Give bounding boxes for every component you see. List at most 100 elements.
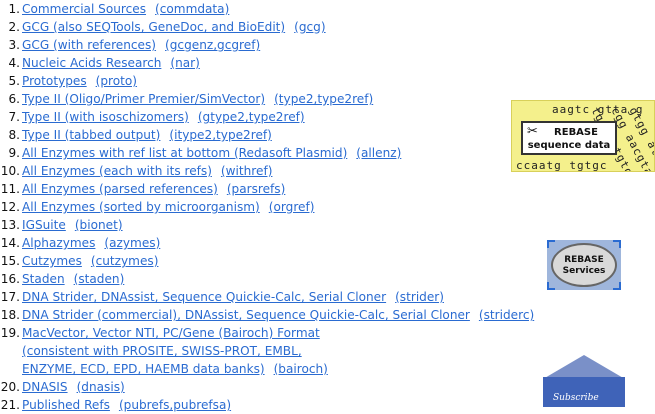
item-code-link[interactable]: (itype2,type2ref) [169,128,271,142]
item-code-link[interactable]: (azymes) [104,236,160,250]
item-link[interactable]: Nucleic Acids Research [22,56,161,70]
item-number: 5. [8,74,20,88]
item-code-link[interactable]: (staden) [74,272,125,286]
item-link-continuation[interactable]: (consistent with PROSITE, SWISS-PROT, EM… [22,342,534,360]
item-number: 12. [0,200,20,214]
item-number: 15. [0,254,20,268]
item-link[interactable]: Alphazymes [22,236,95,250]
list-item: 9. All Enzymes with ref list at bottom (… [0,144,534,162]
item-number: 18. [0,308,20,322]
item-code-link[interactable]: (pubrefs,pubrefsa) [119,398,231,412]
item-code-link[interactable]: (cutzymes) [91,254,159,268]
item-link[interactable]: GCG (with references) [22,38,156,52]
item-number: 16. [0,272,20,286]
item-number: 6. [8,92,20,106]
list-item: 17. DNA Strider, DNAssist, Sequence Quic… [0,288,534,306]
item-link-continuation[interactable]: ENZYME, ECD, EPD, HAEMB data banks) [22,362,265,376]
item-link[interactable]: Type II (Oligo/Primer Premier/SimVector) [22,92,265,106]
item-link[interactable]: All Enzymes (sorted by microorganism) [22,200,260,214]
list-item: 6. Type II (Oligo/Primer Premier/SimVect… [0,90,534,108]
item-link[interactable]: DNA Strider (commercial), DNAssist, Sequ… [22,308,470,322]
list-item: 3. GCG (with references) (gcgenz,gcgref) [0,36,534,54]
list-item: 12. All Enzymes (sorted by microorganism… [0,198,534,216]
item-link[interactable]: MacVector, Vector NTI, PC/Gene (Bairoch)… [22,326,320,340]
subscribe-label: Subscribe [553,393,599,403]
item-link[interactable]: Cutzymes [22,254,82,268]
services-line1: REBASE [564,255,604,265]
item-number: 11. [0,182,20,196]
list-item: 4. Nucleic Acids Research (nar) [0,54,534,72]
item-link[interactable]: Staden [22,272,65,286]
item-code-link[interactable]: (gtype2,type2ref) [198,110,305,124]
item-code-link[interactable]: (striderc) [479,308,534,322]
list-item: 13. IGSuite (bionet) [0,216,534,234]
item-link[interactable]: Published Refs [22,398,110,412]
item-number: 17. [0,290,20,304]
corner-bracket-icon [613,282,621,290]
item-number: 8. [8,128,20,142]
item-link[interactable]: Commercial Sources [22,2,146,16]
list-item: 20. DNASIS (dnasis) [0,378,534,396]
item-link[interactable]: All Enzymes (each with its refs) [22,164,212,178]
item-code-link[interactable]: (strider) [395,290,444,304]
item-link[interactable]: GCG (also SEQTools, GeneDoc, and BioEdit… [22,20,285,34]
envelope-icon [543,355,625,379]
item-link[interactable]: DNA Strider, DNAssist, Sequence Quickie-… [22,290,386,304]
item-code-link[interactable]: (orgref) [269,200,315,214]
list-item: 16. Staden (staden) [0,270,534,288]
item-code-link[interactable]: (type2,type2ref) [274,92,373,106]
item-code-link[interactable]: (gcg) [294,20,325,34]
item-number: 10. [0,164,20,178]
sequence-text: aagtc gtta g [552,103,644,116]
services-oval: REBASE Services [551,243,617,287]
item-number: 9. [8,146,20,160]
corner-bracket-icon [547,282,555,290]
item-code-link[interactable]: (withref) [221,164,273,178]
list-item: 7. Type II (with isoschizomers) (gtype2,t… [0,108,534,126]
item-number: 2. [8,20,20,34]
corner-bracket-icon [547,240,555,248]
item-number: 19. [0,326,20,340]
item-link[interactable]: Prototypes [22,74,87,88]
item-number: 7. [8,110,20,124]
item-number: 20. [0,380,20,394]
item-number: 21. [0,398,20,412]
item-code-link[interactable]: (nar) [170,56,200,70]
item-link[interactable]: DNASIS [22,380,68,394]
item-code-link[interactable]: (dnasis) [77,380,125,394]
item-code-link[interactable]: (proto) [96,74,137,88]
item-code-link[interactable]: (commdata) [155,2,229,16]
item-number: 3. [8,38,20,52]
sequence-label-line2: sequence data [527,140,611,151]
corner-bracket-icon [613,240,621,248]
list-item: 15. Cutzymes (cutzymes) [0,252,534,270]
item-link[interactable]: Type II (tabbed output) [22,128,160,142]
list-item: 10. All Enzymes (each with its refs) (wit… [0,162,534,180]
item-code-link[interactable]: (bairoch) [274,362,328,376]
item-code-link[interactable]: (parsrefs) [227,182,286,196]
item-link[interactable]: IGSuite [22,218,66,232]
item-link[interactable]: All Enzymes with ref list at bottom (Red… [22,146,347,160]
rebase-services-banner[interactable]: REBASE Services [547,240,621,290]
item-code-link[interactable]: (allenz) [356,146,401,160]
item-number: 14. [0,236,20,250]
list-item: 11. All Enzymes (parsed references) (pars… [0,180,534,198]
rebase-sequence-data-banner[interactable]: tgtg gtgtg aag cgg aacgta ctt gtgg atcc … [511,100,655,172]
item-link[interactable]: All Enzymes (parsed references) [22,182,218,196]
item-number: 1. [8,2,20,16]
item-link[interactable]: Type II (with isoschizomers) [22,110,189,124]
subscribe-banner[interactable]: Subscribe [543,355,625,407]
sequence-text: ccaatg tgtgc [516,159,608,172]
item-code-link[interactable]: (gcgenz,gcgref) [165,38,260,52]
sequence-data-label: ✂ REBASE sequence data [521,121,617,155]
list-item: 1. Commercial Sources (commdata) [0,0,534,18]
list-item: 18. DNA Strider (commercial), DNAssist, … [0,306,534,324]
item-number: 4. [8,56,20,70]
list-item: 19. MacVector, Vector NTI, PC/Gene (Bair… [0,324,534,378]
item-number: 13. [0,218,20,232]
list-item: 8. Type II (tabbed output) (itype2,type2r… [0,126,534,144]
list-item: 21. Published Refs (pubrefs,pubrefsa) [0,396,534,414]
list-item: 2. GCG (also SEQTools, GeneDoc, and BioE… [0,18,534,36]
item-code-link[interactable]: (bionet) [75,218,123,232]
format-list: 1. Commercial Sources (commdata) 2. GCG (… [0,0,534,414]
